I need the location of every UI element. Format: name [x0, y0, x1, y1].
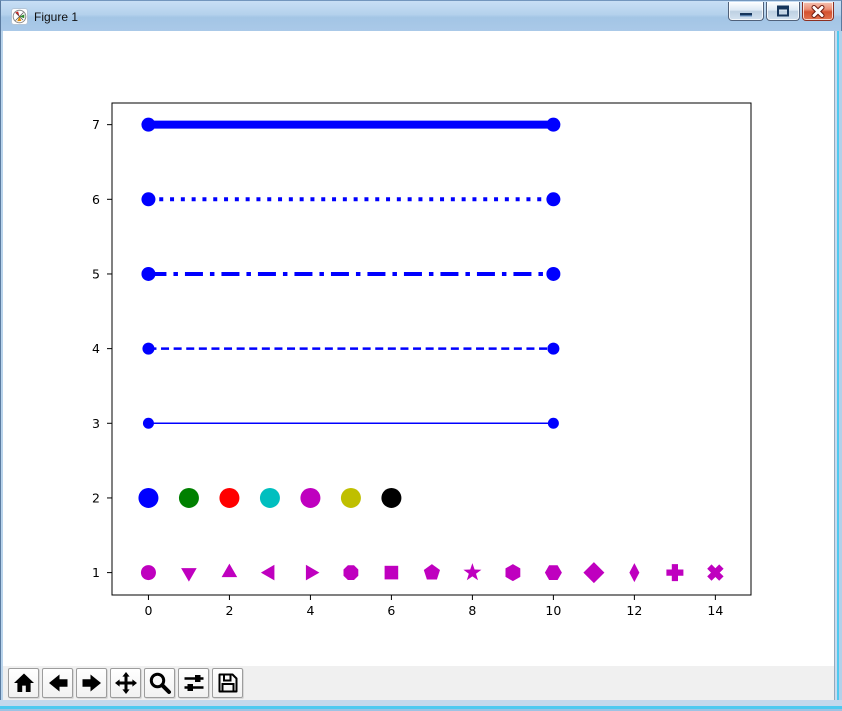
color-dot-marker	[341, 488, 361, 508]
y-tick-label: 5	[92, 266, 100, 281]
line-endpoint-marker	[546, 267, 560, 281]
minimize-button[interactable]	[728, 2, 764, 21]
y-tick-label: 1	[92, 565, 100, 580]
y-tick-label: 4	[92, 341, 100, 356]
maximize-button[interactable]	[766, 2, 800, 21]
window-border-right	[834, 31, 842, 700]
sliders-icon	[182, 671, 206, 695]
y-tick-label: 7	[92, 117, 100, 132]
line-endpoint-marker	[142, 343, 154, 355]
line-endpoint-marker	[141, 192, 155, 206]
marker-plus	[666, 564, 683, 581]
marker-thin-diamond	[629, 563, 639, 582]
color-dot-marker	[138, 488, 158, 508]
close-icon	[806, 2, 830, 21]
x-tick-label: 8	[468, 603, 476, 618]
forward-arrow-icon	[80, 671, 104, 695]
figure-window: Figure 1 0 2 4 6 8	[0, 0, 842, 711]
home-icon	[12, 671, 36, 695]
forward-button[interactable]	[76, 668, 107, 698]
home-button[interactable]	[8, 668, 39, 698]
save-floppy-icon	[216, 671, 240, 695]
pan-arrows-icon	[114, 671, 138, 695]
color-dot-marker	[179, 488, 199, 508]
configure-subplots-button[interactable]	[178, 668, 209, 698]
maximize-icon	[771, 2, 795, 21]
line-endpoint-marker	[546, 192, 560, 206]
minimize-icon	[733, 2, 759, 21]
y-tick-label: 3	[92, 416, 100, 431]
zoom-button[interactable]	[144, 668, 175, 698]
marker-octagon	[344, 565, 359, 580]
plot-canvas[interactable]: 024681012141234567	[3, 31, 834, 666]
marker-triangle-right	[306, 565, 320, 581]
pan-button[interactable]	[110, 668, 141, 698]
caption-buttons	[728, 2, 834, 21]
marker-square	[385, 566, 399, 580]
window-border-bottom	[0, 700, 842, 711]
back-button[interactable]	[42, 668, 73, 698]
zoom-magnifier-icon	[148, 671, 172, 695]
color-dot-marker	[260, 488, 280, 508]
navigation-toolbar	[3, 666, 834, 700]
marker-x	[707, 564, 723, 580]
x-tick-label: 2	[225, 603, 233, 618]
window-border-left	[0, 31, 3, 700]
marker-pentagon	[424, 564, 440, 579]
line-endpoint-marker	[546, 118, 560, 132]
marker-circle	[141, 565, 156, 580]
line-endpoint-marker	[141, 118, 155, 132]
figure-plot: 024681012141234567	[3, 31, 834, 666]
marker-diamond	[583, 562, 604, 583]
line-endpoint-marker	[143, 418, 154, 429]
close-button[interactable]	[802, 2, 834, 21]
x-tick-label: 6	[387, 603, 395, 618]
line-endpoint-marker	[547, 343, 559, 355]
marker-hexagon-vertical	[506, 564, 521, 581]
y-tick-label: 2	[92, 490, 100, 505]
back-arrow-icon	[46, 671, 70, 695]
color-dot-marker	[381, 488, 401, 508]
marker-hexagon-horizontal	[545, 565, 562, 580]
line-endpoint-marker	[141, 267, 155, 281]
save-button[interactable]	[212, 668, 243, 698]
line-endpoint-marker	[548, 418, 559, 429]
color-dot-marker	[219, 488, 239, 508]
x-tick-label: 14	[707, 603, 723, 618]
marker-triangle-up	[222, 564, 238, 578]
marker-triangle-down	[181, 568, 197, 582]
marker-triangle-left	[261, 565, 275, 581]
window-title: Figure 1	[34, 10, 78, 24]
matplotlib-app-icon	[11, 8, 28, 25]
color-dot-marker	[300, 488, 320, 508]
marker-star	[463, 563, 481, 580]
y-tick-label: 6	[92, 192, 100, 207]
x-tick-label: 4	[306, 603, 314, 618]
x-tick-label: 0	[144, 603, 152, 618]
titlebar[interactable]: Figure 1	[0, 0, 842, 31]
x-tick-label: 10	[545, 603, 561, 618]
x-tick-label: 12	[626, 603, 642, 618]
